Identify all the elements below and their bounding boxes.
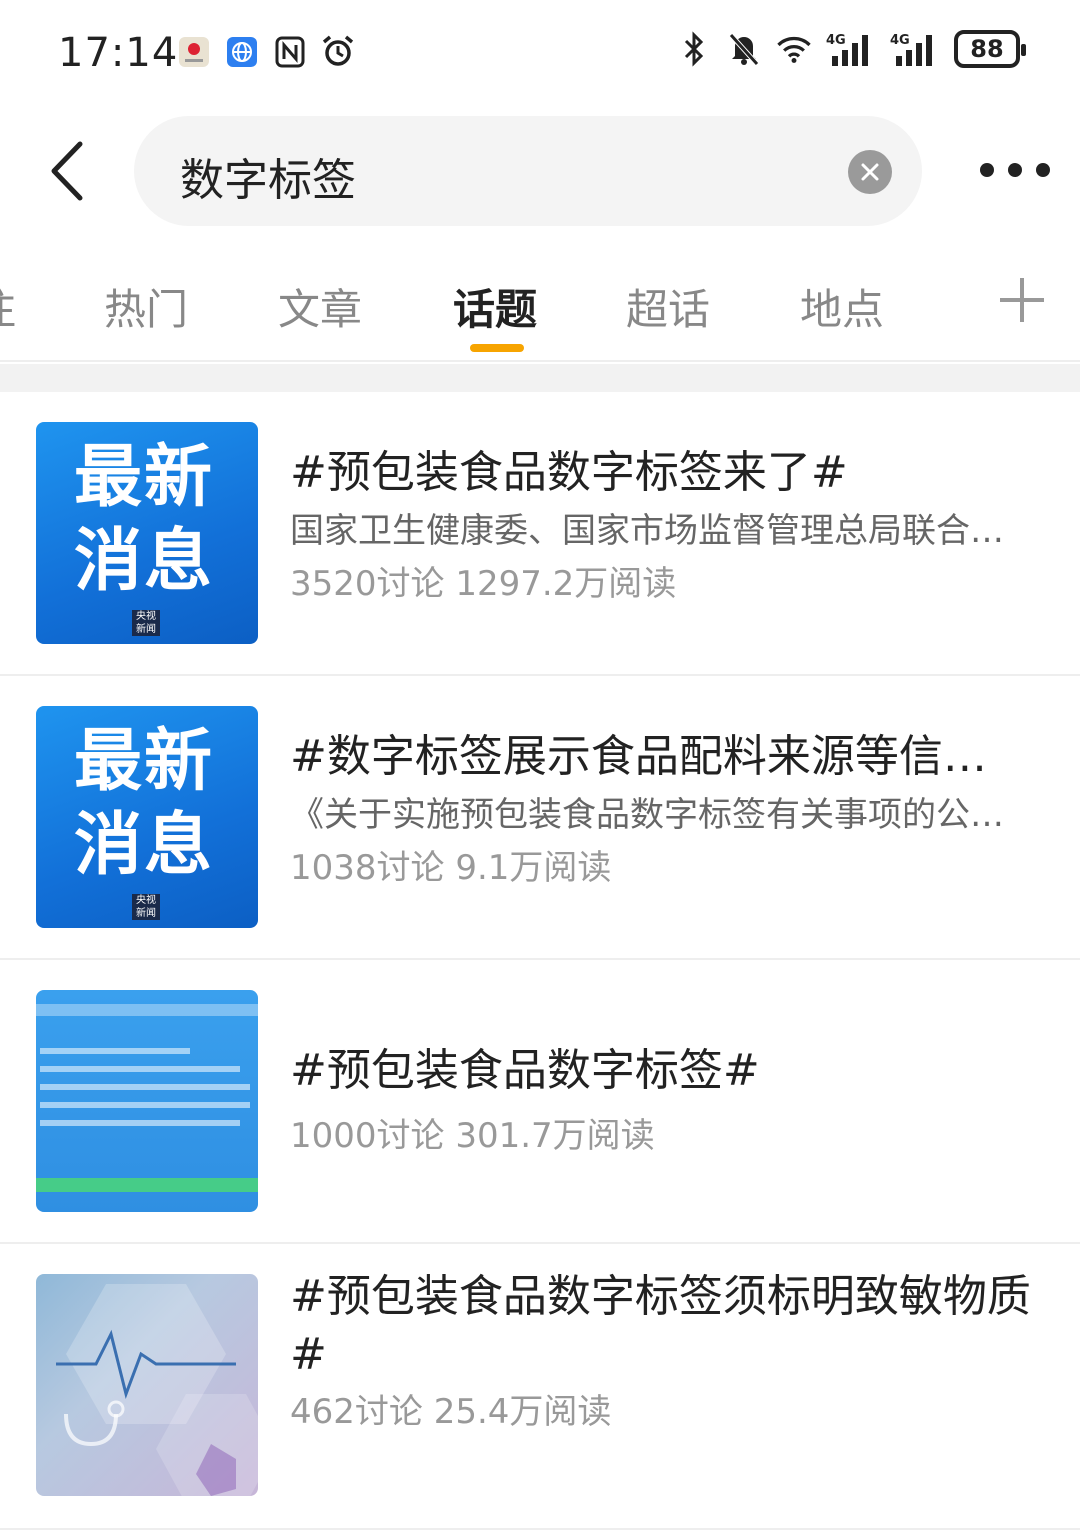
- topic-body: #预包装食品数字标签# 1000讨论 301.7万阅读: [290, 1042, 1050, 1158]
- section-divider: [0, 364, 1080, 392]
- bluetooth-icon: [676, 31, 712, 67]
- battery-indicator: 88: [954, 30, 1026, 68]
- huawei-app-icon: [176, 34, 212, 70]
- more-dot-icon: [1036, 163, 1050, 177]
- topic-stats: 1038讨论 9.1万阅读: [290, 848, 612, 888]
- topic-thumbnail: [36, 990, 258, 1212]
- topic-thumbnail: [36, 1274, 258, 1496]
- cctv-news-logo: 央视新闻: [132, 610, 160, 636]
- more-options-button[interactable]: [980, 150, 1050, 190]
- topic-body: #数字标签展示食品配料来源等信… 《关于实施预包装食品数字标签有关事项的公… 1…: [290, 728, 1050, 890]
- search-header: 数字标签: [0, 112, 1080, 230]
- status-bar: 17:14 4G 4G 88: [0, 0, 1080, 105]
- wifi-icon: [776, 31, 812, 67]
- svg-text:4G: 4G: [890, 33, 910, 48]
- tab-hot[interactable]: 热门: [104, 276, 188, 337]
- topic-title: #预包装食品数字标签来了#: [290, 447, 848, 498]
- medical-thumbnail-image: [56, 1284, 258, 1496]
- thumbnail-text: 消息: [74, 806, 215, 885]
- mute-icon: [726, 31, 762, 67]
- topic-title: #数字标签展示食品配料来源等信…: [290, 731, 987, 782]
- search-query-text: 数字标签: [180, 155, 356, 206]
- topic-description: 国家卫生健康委、国家市场监督管理总局联合…: [290, 511, 1004, 551]
- topic-title: #预包装食品数字标签#: [290, 1045, 760, 1096]
- topic-body: #预包装食品数字标签来了# 国家卫生健康委、国家市场监督管理总局联合… 3520…: [290, 444, 1050, 606]
- signal-4g-icon: 4G: [826, 31, 876, 67]
- status-time: 17:14: [58, 30, 179, 76]
- topic-stats: 3520讨论 1297.2万阅读: [290, 564, 677, 604]
- svg-text:4G: 4G: [826, 33, 846, 48]
- back-button[interactable]: [36, 136, 96, 206]
- active-tab-indicator: [470, 344, 524, 352]
- more-dot-icon: [980, 163, 994, 177]
- search-category-tabs: 注 热门 文章 话题 超话 地点: [0, 240, 1080, 362]
- topic-description: 《关于实施预包装食品数字标签有关事项的公…: [290, 795, 1004, 835]
- topic-item[interactable]: #预包装食品数字标签须标明致敏物质# 462讨论 25.4万阅读: [0, 1244, 1080, 1530]
- close-icon: [861, 163, 879, 181]
- topic-item[interactable]: 最新 消息 央视新闻 #数字标签展示食品配料来源等信… 《关于实施预包装食品数字…: [0, 676, 1080, 960]
- document-thumbnail-image: [36, 1004, 258, 1192]
- thumbnail-text: 最新: [74, 722, 215, 801]
- cctv-news-logo: 央视新闻: [132, 894, 160, 920]
- more-dot-icon: [1008, 163, 1022, 177]
- clear-search-button[interactable]: [848, 150, 892, 194]
- thumbnail-text: 最新: [74, 438, 215, 517]
- topic-body: #预包装食品数字标签须标明致敏物质# 462讨论 25.4万阅读: [290, 1268, 1050, 1434]
- thumbnail-text: 消息: [74, 522, 215, 601]
- topic-stats: 1000讨论 301.7万阅读: [290, 1116, 655, 1156]
- tab-partial[interactable]: 注: [0, 276, 16, 337]
- search-input[interactable]: 数字标签: [134, 116, 922, 226]
- topic-thumbnail: 最新 消息 央视新闻: [36, 422, 258, 644]
- globe-app-icon: [224, 34, 260, 70]
- signal-4g-icon: 4G: [890, 31, 940, 67]
- alarm-icon: [320, 34, 356, 70]
- status-right-icons: 4G 4G 88: [676, 30, 1026, 68]
- topic-list: 最新 消息 央视新闻 #预包装食品数字标签来了# 国家卫生健康委、国家市场监督管…: [0, 392, 1080, 1530]
- tab-articles[interactable]: 文章: [278, 276, 362, 337]
- status-left-icons: [176, 34, 356, 70]
- topic-thumbnail: 最新 消息 央视新闻: [36, 706, 258, 928]
- chevron-left-icon: [51, 141, 83, 201]
- tab-topics[interactable]: 话题: [453, 276, 537, 337]
- topic-title: #预包装食品数字标签须标明致敏物质#: [290, 1271, 1031, 1380]
- nfc-icon: [272, 34, 308, 70]
- topic-stats: 462讨论 25.4万阅读: [290, 1392, 612, 1432]
- add-tab-icon[interactable]: [1000, 278, 1044, 322]
- tab-super-topics[interactable]: 超话: [626, 276, 710, 337]
- topic-item[interactable]: #预包装食品数字标签# 1000讨论 301.7万阅读: [0, 960, 1080, 1244]
- topic-item[interactable]: 最新 消息 央视新闻 #预包装食品数字标签来了# 国家卫生健康委、国家市场监督管…: [0, 392, 1080, 676]
- tab-places[interactable]: 地点: [800, 276, 884, 337]
